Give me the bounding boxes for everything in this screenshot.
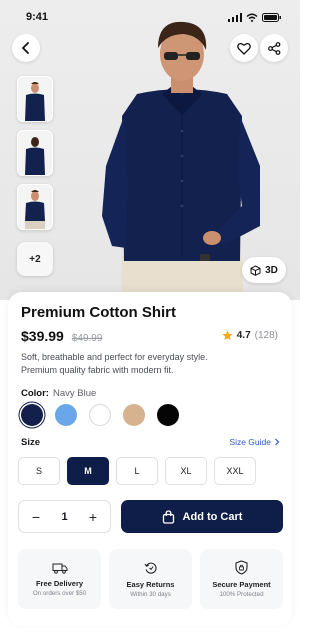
feature-title: Free Delivery	[35, 578, 84, 588]
quantity-value: 1	[61, 510, 68, 523]
original-price: $49.99	[71, 333, 103, 344]
color-swatch-black[interactable]	[157, 404, 179, 426]
feature-title: Secure Payment	[212, 580, 271, 589]
add-to-cart-button[interactable]: Add to Cart	[121, 500, 283, 533]
cube-icon	[250, 265, 261, 276]
add-to-cart-label: Add to Cart	[182, 510, 243, 523]
thumbnail-gallery: +2	[17, 76, 53, 276]
thumbnail-2[interactable]	[17, 130, 53, 176]
status-time: 9:41	[26, 11, 49, 23]
thumbnail-image	[25, 190, 45, 229]
size-option-s[interactable]: S	[18, 457, 60, 485]
increase-quantity-button[interactable]: +	[86, 509, 100, 525]
feature-title: Easy Returns	[126, 579, 175, 589]
decrease-quantity-button[interactable]: −	[29, 509, 43, 525]
rating-value: 4.7	[236, 330, 251, 341]
size-option-xl[interactable]: XL	[165, 457, 207, 485]
shopping-bag-icon	[162, 509, 174, 524]
rating[interactable]: 4.7 (128)	[222, 330, 278, 341]
shield-icon	[235, 560, 248, 575]
thumbnail-3[interactable]	[17, 184, 53, 230]
feature-free-delivery: Free Delivery On orders over $50	[18, 549, 101, 609]
thumbnail-image	[25, 137, 45, 175]
size-guide-link[interactable]: Size Guide	[229, 437, 280, 447]
price-row: $39.99 $49.99	[21, 328, 102, 344]
benefit-cards: Free Delivery On orders over $50 Easy Re…	[18, 549, 283, 609]
view-3d-button[interactable]: 3D	[242, 257, 286, 283]
color-heading: Color:	[21, 388, 49, 399]
product-details-sheet: Premium Cotton Shirt $39.99 $49.99 4.7 (…	[8, 292, 292, 626]
color-swatch-light-blue[interactable]	[55, 404, 77, 426]
size-guide-label: Size Guide	[229, 437, 271, 447]
chevron-right-icon	[275, 438, 280, 446]
color-swatches	[21, 404, 179, 426]
feature-subtitle: 100% Protected	[219, 591, 264, 598]
description-line: Premium quality fabric with modern fit.	[21, 365, 174, 375]
quantity-stepper: − 1 +	[18, 500, 111, 533]
product-description: Soft, breathable and perfect for everyda…	[21, 351, 271, 377]
favorite-button[interactable]	[230, 34, 258, 62]
feature-subtitle: Within 30 days	[130, 590, 171, 598]
feature-subtitle: On orders over $50	[32, 589, 87, 597]
product-hero: 9:41 +2 3D	[0, 0, 300, 300]
product-title: Premium Cotton Shirt	[21, 304, 177, 321]
color-swatch-navy[interactable]	[21, 404, 43, 426]
feature-secure-payment: Secure Payment 100% Protected	[200, 549, 283, 609]
return-icon	[144, 562, 157, 574]
chevron-left-icon	[22, 42, 29, 54]
thumbnail-1[interactable]	[17, 76, 53, 122]
size-option-m[interactable]: M	[67, 457, 109, 485]
size-option-l[interactable]: L	[116, 457, 158, 485]
size-options: S M L XL XXL	[18, 457, 256, 485]
heart-icon	[237, 42, 251, 55]
review-count: (128)	[254, 330, 278, 341]
description-line: Soft, breathable and perfect for everyda…	[21, 352, 208, 362]
share-button[interactable]	[260, 34, 288, 62]
current-price: $39.99	[21, 328, 64, 344]
truck-icon	[52, 563, 67, 574]
selected-color-name: Navy Blue	[52, 388, 97, 399]
size-option-xxl[interactable]: XXL	[214, 457, 256, 485]
more-images-button[interactable]: +2	[17, 242, 53, 276]
thumbnail-image	[25, 82, 45, 121]
star-icon	[222, 330, 233, 340]
back-button[interactable]	[12, 34, 40, 62]
color-label: Color: Navy Blue	[21, 388, 96, 399]
color-swatch-beige[interactable]	[123, 404, 145, 426]
size-label: Size	[21, 437, 41, 448]
view-3d-label: 3D	[265, 264, 278, 276]
share-icon	[267, 41, 280, 55]
color-swatch-white[interactable]	[89, 404, 111, 426]
feature-easy-returns: Easy Returns Within 30 days	[109, 549, 192, 609]
